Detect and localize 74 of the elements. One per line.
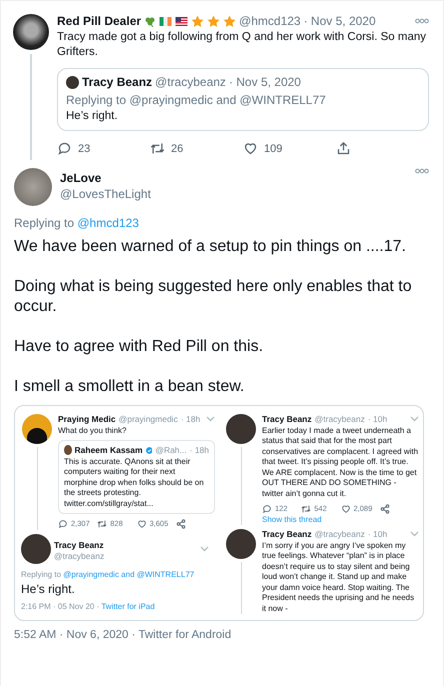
tweet-time: · 10h bbox=[368, 529, 388, 540]
tweet-text: Doing what is being suggested here only enables that to occur. bbox=[14, 277, 413, 317]
author-handle: @Rah... bbox=[155, 445, 187, 456]
clover-icon bbox=[144, 16, 156, 26]
tweet-text: I’m sorry if you are angry I’ve spoken my true feelings. Whatever “plan” is in place doesn’t require us to stay silent and being loud won’t change it. Stand up and make your damn voice heard. Stop waiting. The President needs the uprising and he needs it now - bbox=[262, 540, 416, 614]
tweet-text: What do you think? bbox=[58, 426, 128, 436]
replying-to: Replying to @prayingmedic and @WINTRELL77 bbox=[21, 570, 196, 580]
retweet-icon[interactable] bbox=[97, 519, 108, 530]
tweet-text: He’s right. bbox=[21, 582, 76, 596]
tweet-timestamp: 5:52 AM · Nov 6, 2020 · Twitter for Android bbox=[14, 629, 232, 641]
tweet-time: · 18h bbox=[180, 414, 200, 424]
share-icon[interactable] bbox=[336, 141, 351, 156]
author-name: Red Pill Dealer bbox=[57, 14, 142, 28]
avatar[interactable] bbox=[226, 414, 256, 444]
reply-icon[interactable] bbox=[57, 141, 72, 156]
tweet-time: · 18h bbox=[190, 445, 209, 456]
quoted-tweet[interactable]: Tracy Beanz @tracybeanz · Nov 5, 2020 Replying to @prayingmedic and @WINTRELL77 He’s right. bbox=[57, 68, 429, 131]
author-name: Tracy Beanz bbox=[82, 75, 152, 89]
star-icon bbox=[191, 14, 204, 28]
author-handle: @prayingmedic bbox=[118, 414, 178, 424]
tweet-time: · 10h bbox=[368, 414, 388, 424]
mention-link[interactable]: @prayingmedic and @WINTRELL77 bbox=[63, 570, 194, 578]
author-handle: @LovesTheLight bbox=[60, 187, 151, 201]
tweet-text: Tracy made got a big following from Q and her work with Corsi. So many Grifters. bbox=[57, 30, 427, 60]
heart-icon[interactable] bbox=[340, 504, 350, 514]
show-thread-link[interactable]: Show this thread bbox=[262, 514, 322, 524]
tweet-text: Have to agree with Red Pill on this. bbox=[14, 337, 264, 357]
author-name: Praying Medic bbox=[58, 414, 116, 424]
avatar[interactable] bbox=[226, 529, 256, 559]
author-name: JeLove bbox=[60, 171, 102, 185]
flag-icon bbox=[159, 16, 172, 26]
tweet-date: · Nov 5, 2020 bbox=[228, 75, 301, 89]
author-handle: @tracybeanz bbox=[54, 550, 104, 560]
replying-to: Replying to @hmcd123 bbox=[14, 216, 140, 230]
share-icon[interactable] bbox=[380, 504, 390, 514]
avatar[interactable] bbox=[21, 534, 51, 564]
author-name: Tracy Beanz bbox=[262, 529, 312, 540]
author-name: Tracy Beanz bbox=[262, 414, 312, 424]
author-handle: @tracybeanz bbox=[155, 75, 226, 89]
star-icon bbox=[207, 14, 220, 28]
tweet-date: · Nov 5, 2020 bbox=[304, 14, 376, 28]
reply-icon[interactable] bbox=[58, 519, 68, 530]
source-link[interactable]: Twitter for iPad bbox=[101, 602, 155, 610]
avatar bbox=[64, 445, 72, 456]
quote-text: This is accurate. QAnons sit at their computers waiting for their next morphine drop when folks should be on the streets protesting. twitter.com/stillgray/stat... bbox=[64, 456, 205, 509]
avatar[interactable] bbox=[22, 414, 52, 444]
mention-link[interactable]: @hmcd123 bbox=[77, 216, 139, 230]
tweet-timestamp: 2:16 PM · 05 Nov 20 · Twitter for iPad bbox=[21, 602, 156, 612]
retweet-icon[interactable] bbox=[301, 504, 312, 514]
avatar bbox=[66, 76, 79, 88]
avatar[interactable] bbox=[13, 14, 49, 50]
share-icon[interactable] bbox=[176, 519, 186, 530]
tweet-text: Earlier today I made a tweet underneath a status that said that for the most part conservatives are complacent. I agreed with that tweet. It’s pissing people off. It’s true. We ARE complacent. Now is the time to get OUT THERE AND DO SOMETHING - twitter ain’t gonna cut it. bbox=[262, 426, 419, 499]
author-name: Tracy Beanz bbox=[54, 540, 104, 550]
author-handle: @tracybeanz bbox=[314, 529, 365, 540]
action-count: 23 bbox=[78, 142, 90, 154]
star-icon bbox=[223, 14, 236, 28]
quote-text: He’s right. bbox=[66, 109, 119, 124]
reply-icon[interactable] bbox=[262, 504, 272, 514]
author-name: Raheem Kassam bbox=[74, 445, 143, 456]
author-handle: @hmcd123 bbox=[239, 14, 301, 28]
heart-icon[interactable] bbox=[136, 519, 146, 530]
tweet-text: I smell a smollett in a bean stew. bbox=[14, 377, 246, 397]
more-icon[interactable] bbox=[415, 18, 429, 24]
heart-icon[interactable] bbox=[243, 141, 258, 156]
tweet-text: We have been warned of a setup to pin things on ....17. bbox=[14, 237, 407, 257]
quoted-tweet[interactable]: Raheem Kassam @Rah... · 18h This is accurate. QAnons sit at their computers waiting for their next morphine drop when folks should be on the streets protesting. twitter.com/stillgray/stat... bbox=[58, 440, 215, 514]
flag-icon bbox=[175, 16, 188, 26]
replying-to: Replying to @prayingmedic and @WINTRELL77 bbox=[66, 93, 327, 107]
action-count: 109 bbox=[264, 142, 282, 154]
more-icon[interactable] bbox=[415, 168, 429, 174]
author-handle: @tracybeanz bbox=[314, 414, 365, 424]
retweet-icon[interactable] bbox=[150, 141, 165, 156]
action-count: 26 bbox=[171, 142, 184, 154]
